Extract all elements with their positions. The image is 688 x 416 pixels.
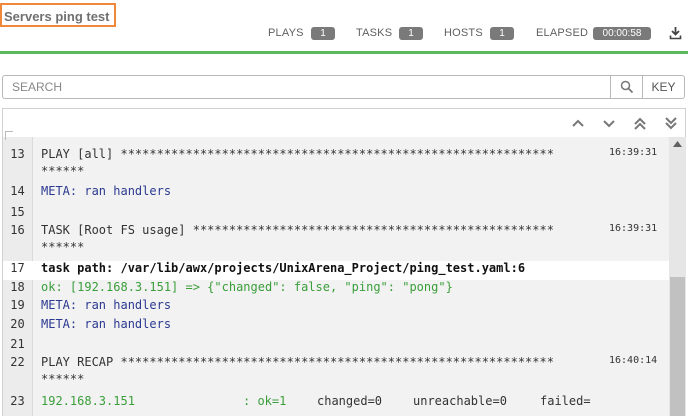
line-timestamp: 16:40:14 xyxy=(609,355,658,366)
double-chevron-down-icon[interactable] xyxy=(663,115,679,131)
output-line: 14 META: ran handlers xyxy=(3,184,670,202)
line-timestamp: 16:39:31 xyxy=(609,147,658,158)
job-status-bar xyxy=(0,51,688,54)
line-text: TASK [Root FS usage] *******************… xyxy=(41,223,554,237)
output-line: 20 META: ran handlers xyxy=(3,317,670,335)
line-text: ok: [192.168.3.151] => {"changed": false… xyxy=(41,280,453,294)
double-chevron-up-icon[interactable] xyxy=(632,115,648,131)
output-line-recap: 23 192.168.3.151 : ok=1 changed=0 unreac… xyxy=(3,394,670,412)
chevron-down-icon[interactable] xyxy=(601,115,617,131)
line-text: ****** xyxy=(41,372,85,386)
recap-host: 192.168.3.151 xyxy=(41,394,135,408)
line-number: 18 xyxy=(10,280,25,294)
line-number: 19 xyxy=(10,298,25,312)
search-button[interactable] xyxy=(611,75,643,99)
plays-label: PLAYS xyxy=(268,27,304,39)
output-line: ****** xyxy=(3,372,670,390)
panel-corner-mark xyxy=(5,131,13,140)
line-number: 17 xyxy=(10,261,25,275)
hosts-count-badge: 1 xyxy=(490,27,514,40)
line-number: 22 xyxy=(10,355,25,369)
line-timestamp: 16:39:31 xyxy=(609,223,658,234)
output-line: 15 xyxy=(3,205,670,223)
plays-count-badge: 1 xyxy=(311,27,335,40)
recap-ok: : ok=1 xyxy=(243,394,287,408)
output-line-selected: 17 task path: /var/lib/awx/projects/Unix… xyxy=(3,261,670,280)
output-line: 21 xyxy=(3,337,670,355)
search-icon xyxy=(620,80,634,94)
output-line: 16 TASK [Root FS usage] ****************… xyxy=(3,223,670,241)
line-text: META: ran handlers xyxy=(41,317,172,331)
download-icon[interactable] xyxy=(669,26,682,40)
line-text: PLAY [all] *****************************… xyxy=(41,147,554,161)
scrollbar-thumb[interactable] xyxy=(670,277,685,416)
elapsed-label: ELAPSED xyxy=(536,27,589,39)
line-number: 23 xyxy=(10,394,25,408)
line-number: 13 xyxy=(10,147,25,161)
recap-changed: changed=0 xyxy=(317,394,383,408)
line-text: META: ran handlers xyxy=(41,298,172,312)
output-scrollbar[interactable] xyxy=(669,137,686,416)
job-stats: PLAYS 1 TASKS 1 HOSTS 1 ELAPSED 00:00:58 xyxy=(0,26,688,42)
output-toolbar xyxy=(2,108,686,137)
line-number: 21 xyxy=(10,337,25,351)
line-text: PLAY RECAP *****************************… xyxy=(41,355,554,369)
scroll-up-icon[interactable] xyxy=(673,141,682,147)
tasks-count-badge: 1 xyxy=(399,27,423,40)
output-line: 19 META: ran handlers xyxy=(3,298,670,316)
line-number: 16 xyxy=(10,223,25,237)
line-number: 20 xyxy=(10,317,25,331)
output-line: ****** xyxy=(3,240,670,258)
recap-unreachable: unreachable=0 xyxy=(413,394,507,408)
job-output-panel: 13 PLAY [all] **************************… xyxy=(2,137,686,416)
line-number: 15 xyxy=(10,205,25,219)
line-text: ****** xyxy=(41,164,85,178)
job-title: Servers ping test xyxy=(0,3,116,27)
key-button[interactable]: KEY xyxy=(643,75,685,99)
search-input[interactable] xyxy=(2,75,611,99)
tasks-label: TASKS xyxy=(356,27,393,39)
line-text: META: ran handlers xyxy=(41,184,172,198)
recap-failed: failed= xyxy=(540,394,591,408)
output-line: 18 ok: [192.168.3.151] => {"changed": fa… xyxy=(3,280,670,298)
elapsed-time-badge: 00:00:58 xyxy=(593,27,651,40)
line-text: ****** xyxy=(41,240,85,254)
chevron-up-icon[interactable] xyxy=(570,115,586,131)
output-line: 22 PLAY RECAP **************************… xyxy=(3,355,670,373)
line-number: 14 xyxy=(10,184,25,198)
output-line: 13 PLAY [all] **************************… xyxy=(3,147,670,165)
hosts-label: HOSTS xyxy=(444,27,483,39)
line-text: task path: /var/lib/awx/projects/UnixAre… xyxy=(41,261,526,275)
output-line: ****** xyxy=(3,164,670,182)
